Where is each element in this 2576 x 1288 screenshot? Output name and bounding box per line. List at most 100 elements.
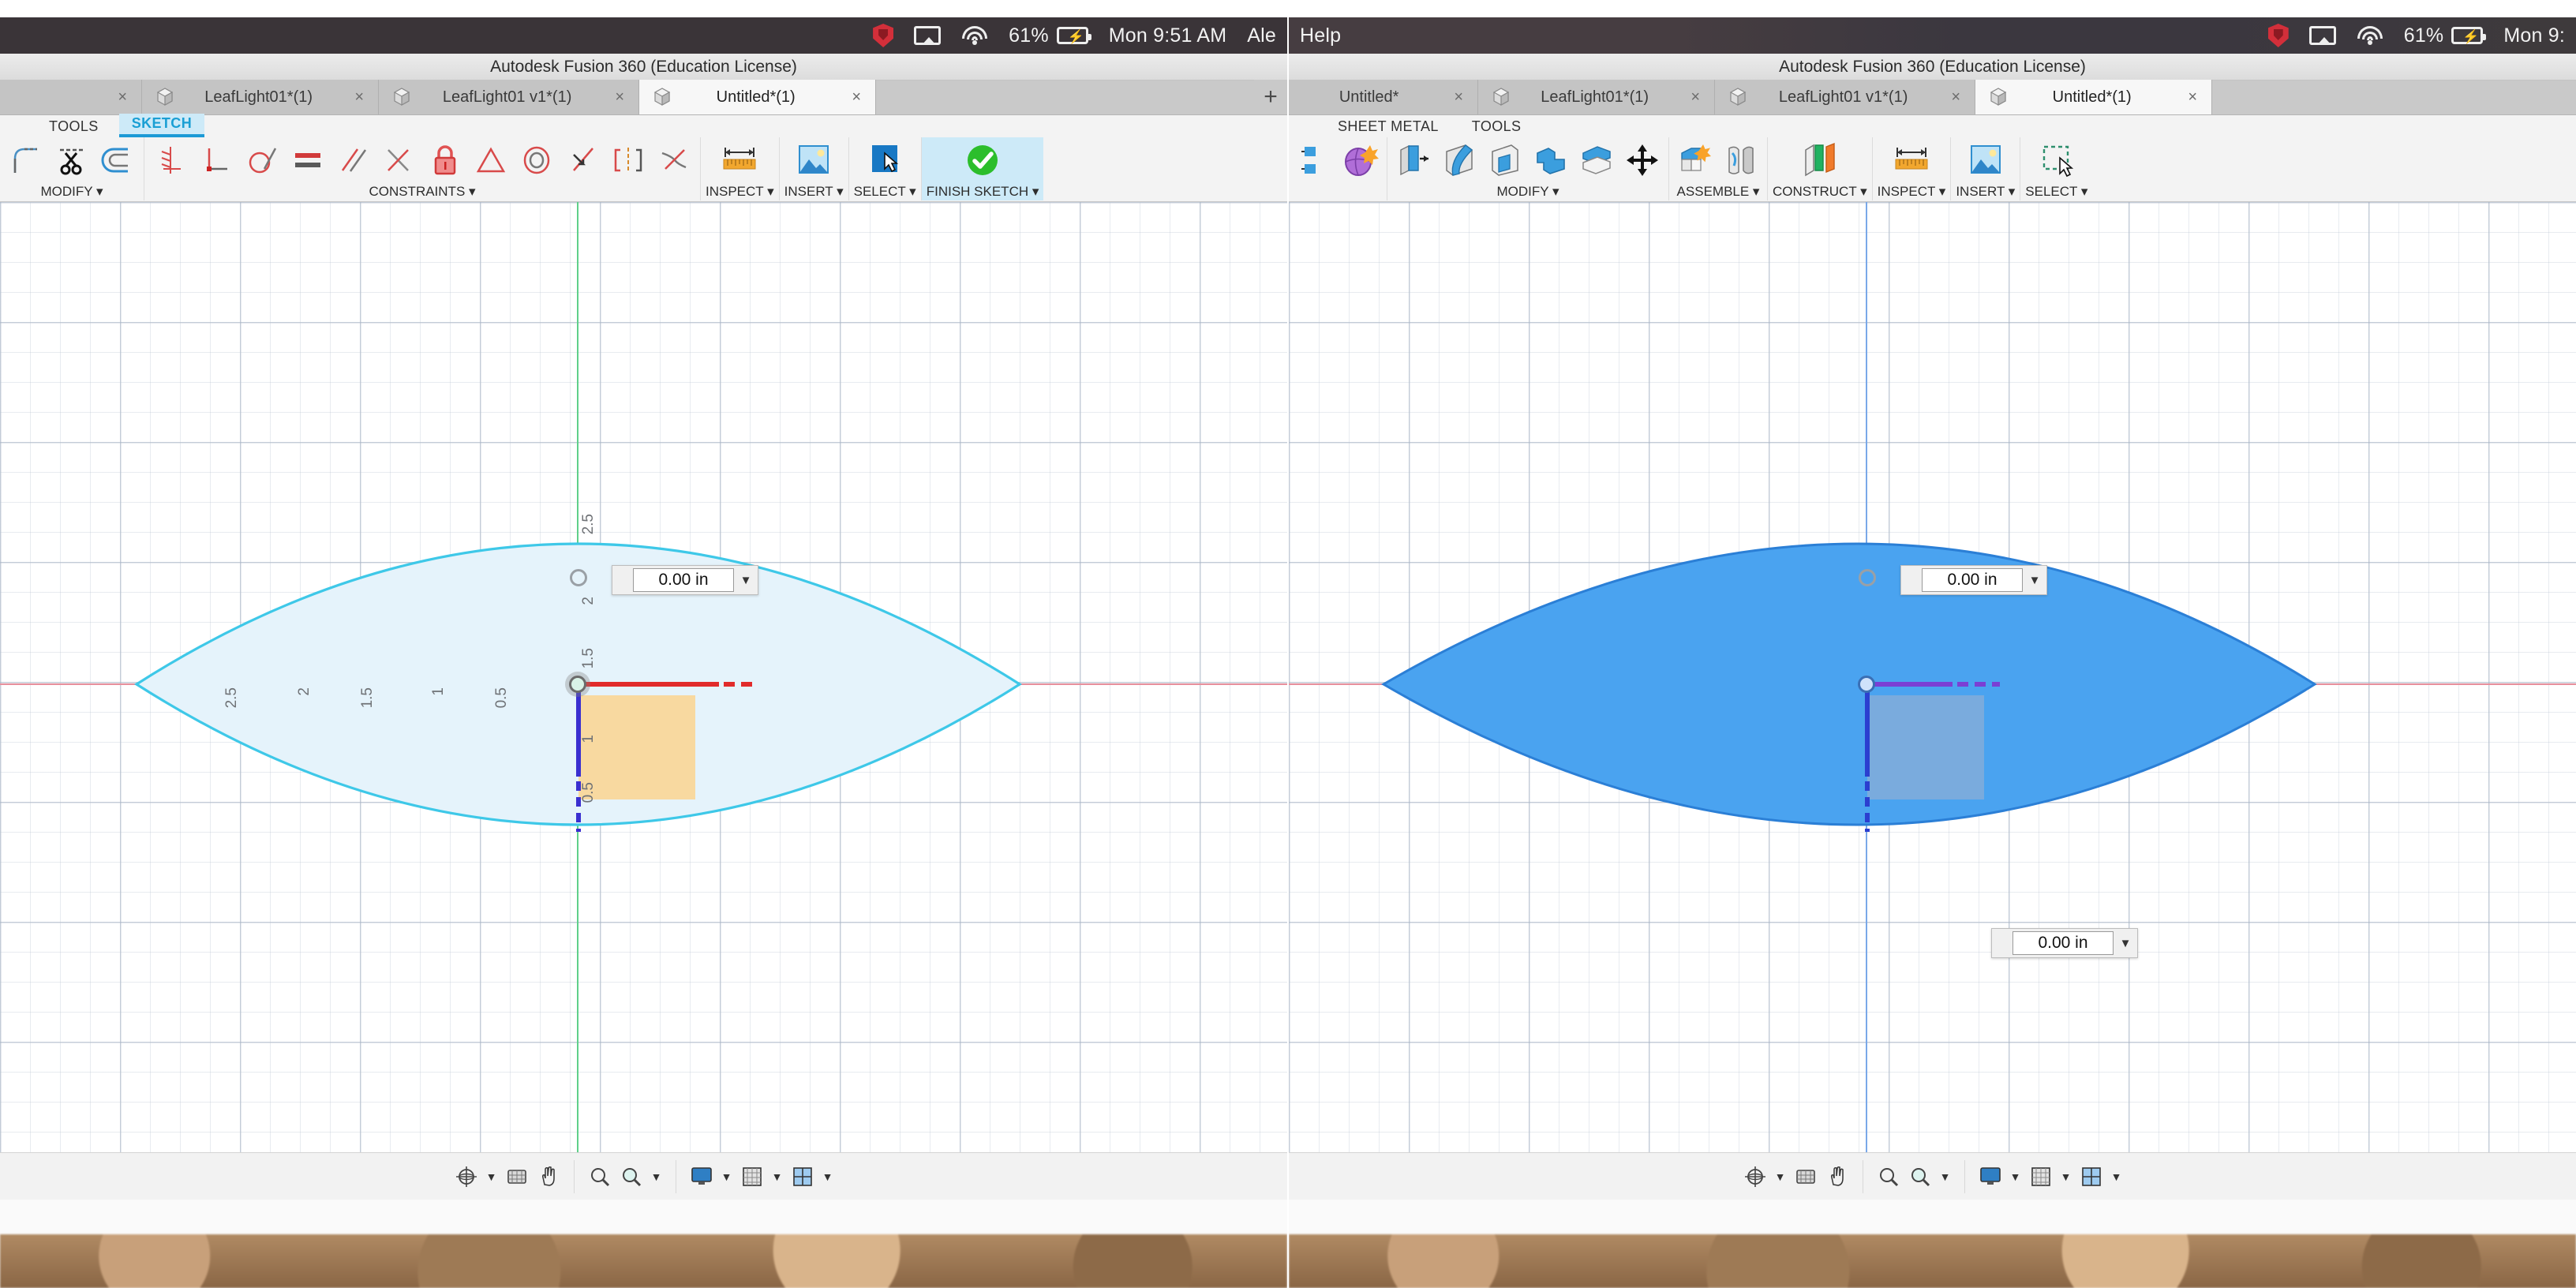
- construction-point-top[interactable]: [570, 569, 587, 586]
- chevron-down-icon[interactable]: ▼: [1773, 1170, 1788, 1183]
- chevron-down-icon[interactable]: ▼: [2008, 1170, 2024, 1183]
- shell-icon[interactable]: [1484, 140, 1526, 181]
- document-tab[interactable]: LeafLight01*(1) ×: [142, 80, 379, 114]
- dimension-input-group-mid-right[interactable]: ▼: [1991, 928, 2138, 958]
- close-icon[interactable]: ×: [118, 88, 127, 107]
- equal-icon[interactable]: [286, 140, 329, 181]
- perpendicular-icon[interactable]: [195, 140, 238, 181]
- sketch-icon[interactable]: [1294, 140, 1336, 181]
- ribbon-tab-sheet-metal[interactable]: SHEET METAL: [1325, 117, 1451, 137]
- sketch-canvas-left[interactable]: 2.5 2 1.5 1 0.5 2.5 2 1.5 1 0.5 ▼: [0, 202, 1287, 1152]
- airplay-icon[interactable]: [2308, 26, 2336, 45]
- insert-image-icon[interactable]: [1961, 140, 2010, 181]
- ribbon-group-label[interactable]: CONSTRAINTS ▾: [369, 183, 475, 200]
- dimension-input-group-top-right[interactable]: ▼: [1900, 565, 2047, 595]
- fillet-3d-icon[interactable]: [1438, 140, 1481, 181]
- create-form-icon[interactable]: [1339, 140, 1382, 181]
- ribbon-group-label[interactable]: INSERT ▾: [784, 183, 844, 200]
- press-pull-icon[interactable]: [1392, 140, 1435, 181]
- menu-bar-clock[interactable]: Mon 9:51 AM: [1109, 24, 1227, 47]
- fix-lock-icon[interactable]: [424, 140, 466, 181]
- grid-snap-icon[interactable]: [2027, 1163, 2055, 1190]
- chevron-down-icon[interactable]: ▼: [2058, 1170, 2074, 1183]
- orbit-icon[interactable]: [1741, 1163, 1769, 1190]
- ribbon-group-label[interactable]: CONSTRUCT ▾: [1773, 183, 1867, 200]
- ribbon-tab-tools[interactable]: TOOLS: [1459, 117, 1534, 137]
- zoom-icon[interactable]: [586, 1163, 614, 1190]
- insert-image-icon[interactable]: [789, 140, 838, 181]
- select-window-icon[interactable]: [2032, 140, 2081, 181]
- chevron-down-icon[interactable]: ▼: [649, 1170, 665, 1183]
- display-settings-icon[interactable]: [1792, 1163, 1820, 1190]
- battery-status[interactable]: 61% ⚡: [1009, 24, 1091, 47]
- new-component-icon[interactable]: [1674, 140, 1717, 181]
- chevron-down-icon[interactable]: ▼: [2023, 574, 2046, 587]
- dimension-input[interactable]: [1922, 568, 2023, 592]
- ribbon-group-label[interactable]: SELECT ▾: [2025, 183, 2087, 200]
- ribbon-group-finish-sketch[interactable]: FINISH SKETCH ▾: [921, 137, 1044, 200]
- tangent-icon[interactable]: [241, 140, 283, 181]
- viewports-icon[interactable]: [2077, 1163, 2106, 1190]
- zoom-window-icon[interactable]: [1906, 1163, 1934, 1190]
- combine-icon[interactable]: [1530, 140, 1572, 181]
- offset-plane-icon[interactable]: [1795, 140, 1844, 181]
- zoom-window-icon[interactable]: [617, 1163, 646, 1190]
- measure-icon[interactable]: [715, 140, 764, 181]
- new-tab-button[interactable]: +: [1254, 80, 1287, 114]
- document-tab[interactable]: ×: [0, 80, 142, 114]
- parallel-icon[interactable]: [332, 140, 375, 181]
- menu-bar-user[interactable]: Ale: [1247, 24, 1276, 47]
- document-tab[interactable]: LeafLight01 v1*(1) ×: [1715, 80, 1975, 114]
- measure-icon[interactable]: [1887, 140, 1936, 181]
- menu-bar-help[interactable]: Help: [1300, 17, 1341, 54]
- split-face-icon[interactable]: [1575, 140, 1618, 181]
- dimension-input[interactable]: [2012, 931, 2114, 955]
- ribbon-tab-tools[interactable]: TOOLS: [36, 117, 111, 137]
- document-tab[interactable]: Untitled*(1) ×: [1975, 80, 2212, 114]
- joint-icon[interactable]: [1720, 140, 1762, 181]
- ribbon-tab-sketch[interactable]: SKETCH: [118, 114, 205, 137]
- select-cursor-icon[interactable]: [860, 140, 909, 181]
- wifi-icon[interactable]: [961, 26, 988, 45]
- move-copy-icon[interactable]: [1621, 140, 1664, 181]
- trim-icon[interactable]: [51, 140, 93, 181]
- wifi-icon[interactable]: [2357, 26, 2383, 45]
- origin-point-selected[interactable]: [1858, 676, 1875, 693]
- symmetry-icon[interactable]: [470, 140, 512, 181]
- pan-icon[interactable]: [1823, 1163, 1852, 1190]
- ribbon-group-label[interactable]: INSPECT ▾: [1878, 183, 1946, 200]
- ribbon-group-label[interactable]: MODIFY ▾: [40, 183, 103, 200]
- fillet-icon[interactable]: [5, 140, 47, 181]
- ribbon-group-label[interactable]: ASSEMBLE ▾: [1677, 183, 1760, 200]
- concentric-icon[interactable]: [515, 140, 558, 181]
- close-icon[interactable]: ×: [615, 88, 624, 107]
- finish-sketch-check-icon[interactable]: [958, 140, 1007, 181]
- display-mode-icon[interactable]: [1976, 1163, 2005, 1190]
- viewports-icon[interactable]: [788, 1163, 817, 1190]
- orbit-icon[interactable]: [452, 1163, 481, 1190]
- chevron-down-icon[interactable]: ▼: [820, 1170, 836, 1183]
- close-icon[interactable]: ×: [1454, 88, 1463, 107]
- menu-bar-clock[interactable]: Mon 9:: [2503, 24, 2565, 47]
- ribbon-group-label[interactable]: MODIFY ▾: [1496, 183, 1559, 200]
- offset-icon[interactable]: [96, 140, 139, 181]
- ribbon-group-label[interactable]: INSERT ▾: [1956, 183, 2015, 200]
- document-tab[interactable]: LeafLight01 v1*(1) ×: [379, 80, 639, 114]
- vertical-icon[interactable]: [607, 140, 650, 181]
- coincident-icon[interactable]: [149, 140, 192, 181]
- pan-icon[interactable]: [534, 1163, 563, 1190]
- chevron-down-icon[interactable]: ▼: [719, 1170, 735, 1183]
- document-tab[interactable]: Untitled* ×: [1289, 80, 1478, 114]
- display-mode-icon[interactable]: [687, 1163, 716, 1190]
- mcafee-icon[interactable]: [873, 24, 894, 47]
- close-icon[interactable]: ×: [1951, 88, 1960, 107]
- chevron-down-icon[interactable]: ▼: [769, 1170, 785, 1183]
- chevron-down-icon[interactable]: ▼: [2114, 937, 2137, 950]
- horizontal-icon[interactable]: [653, 140, 695, 181]
- chevron-down-icon[interactable]: ▼: [2109, 1170, 2125, 1183]
- ribbon-group-label[interactable]: FINISH SKETCH ▾: [927, 183, 1039, 200]
- construction-point-top[interactable]: [1859, 569, 1876, 586]
- airplay-icon[interactable]: [914, 26, 942, 45]
- extrude-profile-rectangle-selected[interactable]: [1867, 695, 1984, 799]
- chevron-down-icon[interactable]: ▼: [1938, 1170, 1953, 1183]
